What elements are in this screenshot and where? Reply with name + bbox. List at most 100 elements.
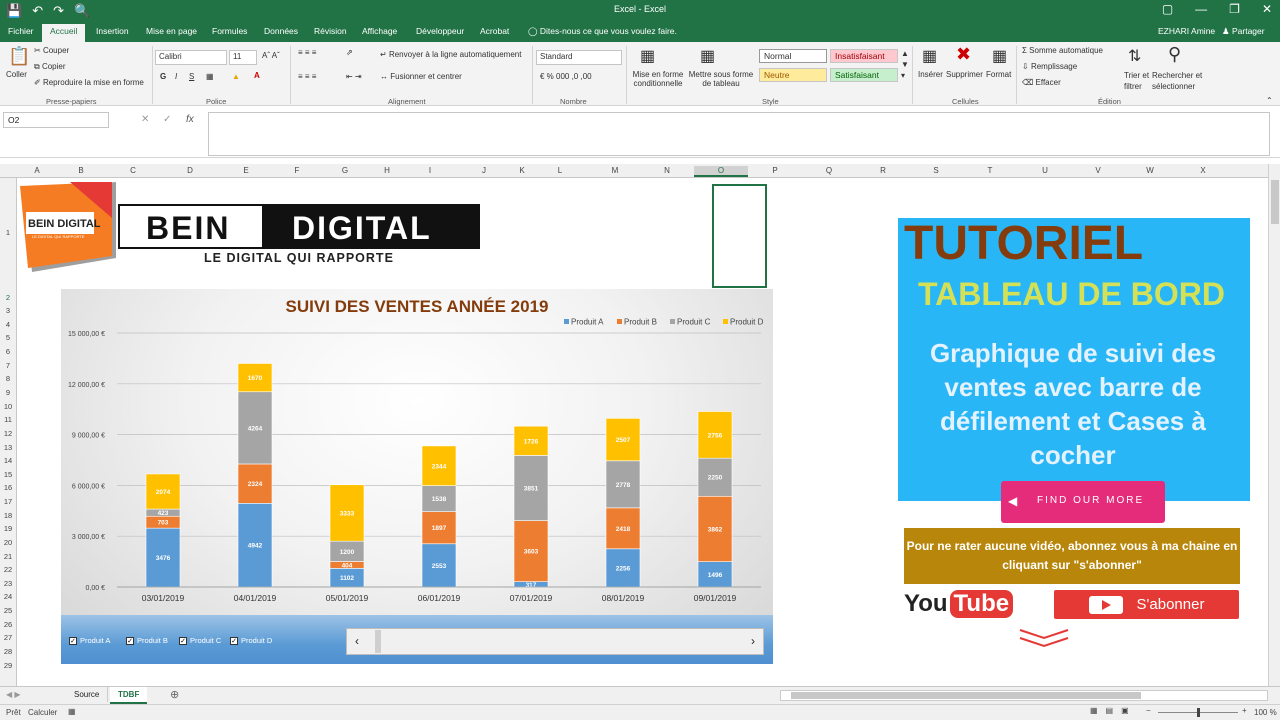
style-neutral[interactable]: Neutre [759,68,827,82]
row-header-11[interactable]: 11 [0,415,16,424]
format-cells-button[interactable]: Format [986,70,1011,79]
paste-button[interactable]: Coller [6,70,27,79]
insert-cells-button[interactable]: Insérer [918,70,943,79]
column-header-t[interactable]: T [962,166,1018,175]
row-header-28[interactable]: 28 [0,647,16,656]
add-sheet-icon[interactable]: ⊕ [170,688,179,701]
row-header-14[interactable]: 14 [0,456,16,465]
vertical-scroll-thumb[interactable] [1271,180,1279,224]
column-header-x[interactable]: X [1176,166,1230,175]
tab-acrobat[interactable]: Acrobat [480,26,509,36]
row-header-20[interactable]: 20 [0,538,16,547]
column-header-o[interactable]: O [694,166,748,177]
vertical-scrollbar[interactable] [1268,164,1280,686]
column-header-s[interactable]: S [910,166,962,175]
paste-icon[interactable]: 📋 [8,46,30,67]
sort-filter-icon[interactable]: ⇅ [1128,46,1141,66]
subscribe-button[interactable]: S'abonner [1054,590,1239,619]
insert-cells-icon[interactable]: ▦ [922,46,937,66]
tab-file[interactable]: Fichier [8,26,34,36]
selected-cell-O2[interactable] [712,184,767,288]
font-grow-icon[interactable]: Aˆ Aˇ [262,51,280,60]
tab-view[interactable]: Affichage [362,26,397,36]
row-header-23[interactable]: 23 [0,579,16,588]
maximize-icon[interactable]: ❐ [1229,2,1240,16]
zoom-slider-thumb[interactable] [1197,708,1200,717]
align-left-icon[interactable]: ≡ ≡ ≡ [298,72,316,81]
checkbox-produit-a[interactable]: ✓ Produit A [69,636,110,645]
autosum-button[interactable]: Σ Somme automatique [1022,46,1103,55]
copy-button[interactable]: ⧉ Copier [34,62,66,72]
checkbox-produit-d[interactable]: ✓ Produit D [230,636,272,645]
column-header-u[interactable]: U [1018,166,1072,175]
row-header-10[interactable]: 10 [0,402,16,411]
row-header-7[interactable]: 7 [0,361,16,370]
row-header-15[interactable]: 15 [0,470,16,479]
row-header-5[interactable]: 5 [0,333,16,342]
format-cells-icon[interactable]: ▦ [992,46,1007,66]
row-header-6[interactable]: 6 [0,347,16,356]
tab-data[interactable]: Données [264,26,298,36]
tab-insert[interactable]: Insertion [96,26,129,36]
format-painter-button[interactable]: ✐ Reproduire la mise en forme [34,78,144,87]
tab-review[interactable]: Révision [314,26,347,36]
sheet-tab-tdbf[interactable]: TDBF [110,687,148,704]
row-header-27[interactable]: 27 [0,633,16,642]
row-header-13[interactable]: 13 [0,443,16,452]
sheet-nav-arrows[interactable]: ◀ ▶ [6,690,21,699]
sort-filter-button[interactable]: Trier et filtrer [1124,70,1150,92]
style-bad[interactable]: Insatisfaisant [830,49,898,63]
horizontal-scrollbar[interactable] [780,690,1268,701]
column-header-i[interactable]: I [406,166,454,175]
font-color-icon[interactable]: A [254,71,260,80]
wrap-text-button[interactable]: ↵ Renvoyer à la ligne automatiquement [380,50,521,59]
column-header-h[interactable]: H [368,166,406,175]
clear-button[interactable]: ⌫ Effacer [1022,78,1061,87]
column-header-f[interactable]: F [272,166,322,175]
style-gallery-arrows[interactable]: ▲ ▼ ▾ [901,48,909,81]
row-header-16[interactable]: 16 [0,483,16,492]
column-header-c[interactable]: C [106,166,160,175]
checkbox-produit-c[interactable]: ✓ Produit C [179,636,221,645]
column-header-l[interactable]: L [530,166,590,175]
tab-formulas[interactable]: Formules [212,26,247,36]
column-header-e[interactable]: E [220,166,272,175]
cancel-icon[interactable]: ✕ [141,114,149,125]
zoom-in-icon[interactable]: + [1242,706,1247,715]
close-icon[interactable]: ✕ [1262,2,1272,16]
number-format-select[interactable]: Standard [536,50,622,65]
underline-button[interactable]: S [189,72,194,81]
fill-color-icon[interactable]: ▲ [232,72,240,81]
column-header-p[interactable]: P [748,166,802,175]
horizontal-scroll-thumb[interactable] [791,692,1141,699]
orientation-icon[interactable]: ⇗ [346,48,353,57]
row-header-26[interactable]: 26 [0,620,16,629]
tab-page-layout[interactable]: Mise en page [146,26,197,36]
date-scrollbar[interactable]: ‹ › [346,628,764,655]
merge-center-button[interactable]: ↔ Fusionner et centrer [380,72,462,81]
conditional-format-button[interactable]: Mise en forme conditionnelle [630,70,686,88]
column-header-v[interactable]: V [1072,166,1124,175]
collapse-ribbon-icon[interactable]: ⌃ [1266,96,1273,105]
row-header-22[interactable]: 22 [0,565,16,574]
delete-cells-icon[interactable]: ✖ [956,44,971,65]
font-size-select[interactable]: 11 [229,50,257,65]
font-name-select[interactable]: Calibri [155,50,227,65]
share-button[interactable]: ♟ Partager [1222,26,1265,37]
row-header-25[interactable]: 25 [0,606,16,615]
column-header-n[interactable]: N [640,166,694,175]
bold-button[interactable]: G [160,72,166,81]
column-header-d[interactable]: D [160,166,220,175]
tell-me-box[interactable]: ◯ Dites-nous ce que vous voulez faire. [528,26,677,37]
column-header-w[interactable]: W [1124,166,1176,175]
column-header-a[interactable]: A [18,166,56,175]
align-top-icon[interactable]: ≡ ≡ ≡ [298,48,316,57]
row-header-8[interactable]: 8 [0,374,16,383]
sales-chart[interactable]: SUIVI DES VENTES ANNÉE 2019 0,00 €3 000,… [61,289,773,664]
cut-button[interactable]: ✂ Couper [34,46,69,55]
column-header-j[interactable]: J [454,166,514,175]
find-select-button[interactable]: Rechercher et sélectionner [1152,70,1204,92]
row-header-21[interactable]: 21 [0,552,16,561]
minimize-icon[interactable]: — [1195,2,1207,16]
tab-home[interactable]: Accueil [42,24,86,42]
